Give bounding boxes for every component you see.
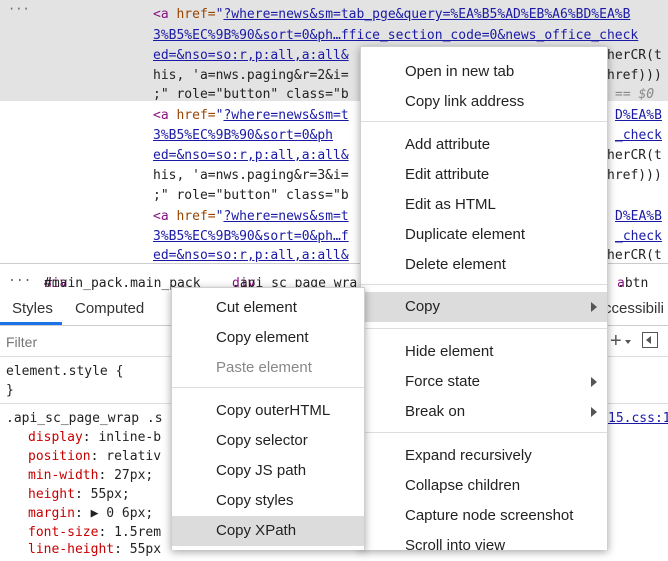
dom-line-tail: href))) bbox=[607, 68, 662, 83]
rule-source-link[interactable]: 15.css:1 bbox=[608, 409, 668, 428]
dom-line-tail: _check bbox=[615, 229, 662, 244]
menu-separator bbox=[172, 387, 364, 388]
css-declaration[interactable]: min-width: 27px; bbox=[28, 466, 153, 485]
menu-item-break-on[interactable]: Break on bbox=[361, 397, 607, 427]
menu-separator bbox=[361, 284, 607, 285]
menu-item-copy-link-address[interactable]: Copy link address bbox=[361, 87, 607, 117]
dom-line[interactable]: 3%B5%EC%9B%90&sort=0&ph…ffice_section_co… bbox=[153, 26, 638, 46]
menu-item-copy-xpath[interactable]: Copy XPath bbox=[172, 516, 364, 546]
element-style-close: } bbox=[6, 383, 14, 398]
new-style-rule-icon[interactable]: + bbox=[610, 330, 622, 353]
submenu-arrow-icon bbox=[591, 377, 597, 387]
dom-line[interactable]: <a href="?where=news&sm=t bbox=[153, 106, 349, 126]
dom-line[interactable]: <a href="?where=news&sm=t bbox=[153, 207, 349, 227]
submenu-arrow-icon bbox=[591, 407, 597, 417]
copy-submenu: Cut element Copy element Paste element C… bbox=[171, 287, 365, 550]
dom-line[interactable]: ;" role="button" class="b bbox=[153, 186, 349, 206]
tab-accessibility[interactable]: ccessibili bbox=[604, 300, 664, 317]
href-link[interactable]: ?where=news&sm=tab_pge&query=%EA%B5%AD%E… bbox=[223, 7, 630, 22]
menu-separator bbox=[361, 121, 607, 122]
css-declaration[interactable]: position: relativ bbox=[28, 447, 161, 466]
menu-item-copy-selector[interactable]: Copy selector bbox=[172, 426, 364, 456]
node-ellipsis[interactable]: ··· bbox=[8, 2, 30, 16]
menu-item-copy-styles[interactable]: Copy styles bbox=[172, 486, 364, 516]
menu-item-copy-js-path[interactable]: Copy JS path bbox=[172, 456, 364, 486]
menu-item-scroll-into-view[interactable]: Scroll into view bbox=[361, 531, 607, 561]
menu-item-cut-element[interactable]: Cut element bbox=[172, 293, 364, 323]
active-tab-indicator bbox=[0, 322, 62, 325]
menu-item-paste-element: Paste element bbox=[216, 359, 312, 376]
css-declaration[interactable]: height: 55px; bbox=[28, 485, 130, 504]
dom-line[interactable]: 3%B5%EC%9B%90&sort=0&ph bbox=[153, 126, 333, 146]
menu-item-edit-attribute[interactable]: Edit attribute bbox=[361, 160, 607, 190]
menu-separator bbox=[361, 328, 607, 329]
menu-item-copy-outerhtml[interactable]: Copy outerHTML bbox=[172, 396, 364, 426]
menu-item-capture-node-screenshot[interactable]: Capture node screenshot bbox=[361, 501, 607, 531]
menu-separator bbox=[361, 432, 607, 433]
dom-line-tail: href))) bbox=[607, 168, 662, 183]
rule-selector[interactable]: .api_sc_page_wrap .s bbox=[6, 409, 163, 428]
tab-computed[interactable]: Computed bbox=[75, 300, 144, 317]
dom-line[interactable]: 3%B5%EC%9B%90&sort=0&ph…f bbox=[153, 227, 349, 247]
dom-line[interactable]: ed=&nso=so:r,p:all,a:all& bbox=[153, 46, 349, 66]
submenu-arrow-icon bbox=[591, 302, 597, 312]
menu-item-force-state[interactable]: Force state bbox=[361, 367, 607, 397]
menu-item-open-in-new-tab[interactable]: Open in new tab bbox=[361, 57, 607, 87]
dom-line-tail: _check bbox=[615, 128, 662, 143]
menu-item-edit-as-html[interactable]: Edit as HTML bbox=[361, 190, 607, 220]
css-declaration[interactable]: display: inline-b bbox=[28, 428, 161, 447]
menu-item-collapse-children[interactable]: Collapse children bbox=[361, 471, 607, 501]
dom-line-tail: herCR(t bbox=[607, 148, 662, 163]
tab-styles[interactable]: Styles bbox=[12, 300, 53, 317]
dom-line[interactable]: <a href="?where=news&sm=tab_pge&query=%E… bbox=[153, 5, 630, 25]
dropdown-icon[interactable] bbox=[625, 340, 631, 344]
toggle-sidebar-icon[interactable] bbox=[642, 332, 658, 348]
selected-node-marker: == $0 bbox=[615, 87, 655, 102]
dom-line-tail: D%EA%B bbox=[615, 209, 662, 224]
menu-item-delete-element[interactable]: Delete element bbox=[361, 250, 607, 280]
menu-item-copy[interactable]: Copy bbox=[361, 292, 607, 322]
dom-line[interactable]: his, 'a=nws.paging&r=3&i= bbox=[153, 166, 349, 186]
dom-line[interactable]: his, 'a=nws.paging&r=2&i= bbox=[153, 66, 349, 86]
menu-item-hide-element[interactable]: Hide element bbox=[361, 337, 607, 367]
css-declaration[interactable]: line-height: 55px bbox=[28, 540, 161, 559]
menu-item-copy-element[interactable]: Copy element bbox=[172, 323, 364, 353]
context-menu: Open in new tab Copy link address Add at… bbox=[360, 46, 608, 554]
styles-filter-input[interactable] bbox=[4, 330, 168, 354]
menu-item-expand-recursively[interactable]: Expand recursively bbox=[361, 441, 607, 471]
dom-line-tail: D%EA%B bbox=[615, 108, 662, 123]
element-style-selector[interactable]: element.style { bbox=[6, 362, 123, 381]
dom-line[interactable]: ;" role="button" class="b bbox=[153, 85, 349, 105]
css-declaration[interactable]: margin: ▶ 0 6px; bbox=[28, 504, 153, 523]
dom-line-tail: herCR(t bbox=[607, 48, 662, 63]
breadcrumb-ellipsis[interactable]: ... bbox=[8, 270, 31, 285]
dom-line[interactable]: ed=&nso=so:r,p:all,a:all& bbox=[153, 146, 349, 166]
menu-item-duplicate-element[interactable]: Duplicate element bbox=[361, 220, 607, 250]
menu-item-add-attribute[interactable]: Add attribute bbox=[361, 130, 607, 160]
